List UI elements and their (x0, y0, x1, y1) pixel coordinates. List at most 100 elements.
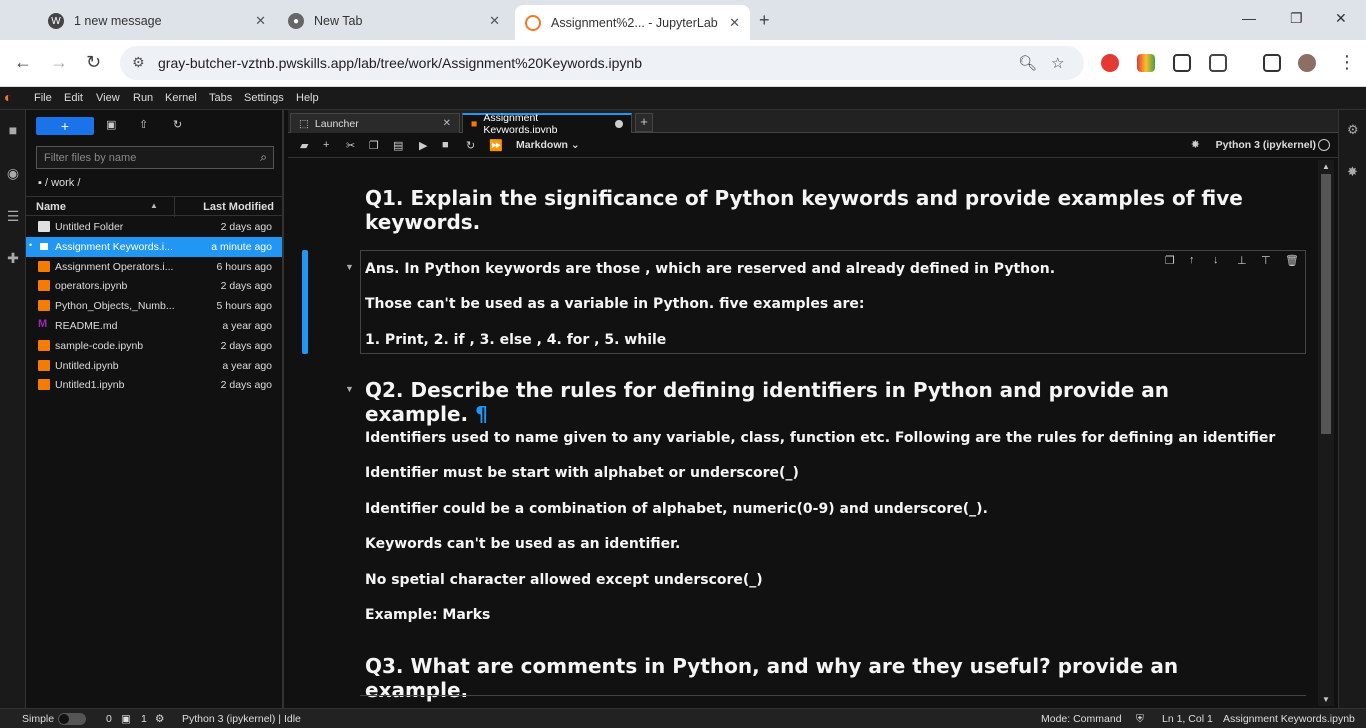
unsaved-changes-icon[interactable] (615, 120, 623, 128)
insert-cell-icon[interactable]: + (323, 139, 329, 151)
cursor-position[interactable]: Ln 1, Col 1 (1162, 713, 1213, 725)
column-last-modified[interactable]: Last Modified (203, 201, 274, 213)
file-row[interactable]: Python_Objects,_Numb... 5 hours ago (26, 296, 282, 316)
menu-view[interactable]: View (96, 92, 120, 104)
table-of-contents-icon[interactable]: ☰ (5, 208, 21, 224)
side-panel-icon[interactable] (1263, 54, 1281, 72)
menu-edit[interactable]: Edit (64, 92, 83, 104)
insert-above-icon[interactable]: ⊥ (1237, 254, 1247, 267)
menu-settings[interactable]: Settings (244, 92, 284, 104)
scrollbar-thumb[interactable] (1321, 174, 1331, 434)
file-row[interactable]: M README.md a year ago (26, 316, 282, 336)
next-cell[interactable] (360, 695, 1306, 706)
anchor-link[interactable]: ¶ (475, 402, 488, 426)
file-row[interactable]: operators.ipynb 2 days ago (26, 276, 282, 296)
forward-icon[interactable]: → (50, 52, 68, 73)
kernels-count[interactable]: 1 (141, 713, 147, 725)
site-info-icon[interactable]: ⚙ (132, 54, 145, 71)
column-divider (174, 197, 175, 217)
menu-run[interactable]: Run (133, 92, 153, 104)
browser-tab-messages[interactable]: W 1 new message ✕ (38, 6, 276, 36)
menu-kernel[interactable]: Kernel (165, 92, 197, 104)
zoom-icon[interactable]: 🔍︎ (1018, 54, 1037, 72)
restore-icon[interactable]: ❐ (1290, 10, 1303, 27)
folder-icon[interactable]: ■ (5, 122, 21, 138)
tab-assignment-keywords[interactable]: ■ Assignment Keywords.ipynb (462, 112, 632, 136)
refresh-icon[interactable]: ↻ (173, 118, 182, 131)
new-tab-button[interactable]: + (635, 113, 653, 132)
kernel-icon: ⚙ (155, 713, 165, 725)
close-icon[interactable]: ✕ (255, 13, 266, 29)
close-icon[interactable]: ✕ (443, 118, 451, 129)
stop-icon[interactable]: ■ (442, 139, 449, 151)
simple-mode-toggle[interactable] (58, 713, 86, 725)
insert-below-icon[interactable]: ⊤ (1261, 254, 1271, 267)
collapse-caret-icon[interactable]: ▼ (345, 384, 354, 394)
folder-icon: ▪ (38, 177, 42, 189)
sort-ascending-icon[interactable]: ▲ (150, 201, 158, 210)
column-name[interactable]: Name (36, 201, 66, 213)
extensions-puzzle-icon[interactable]: ✚ (5, 250, 21, 266)
paste-icon[interactable]: ▤ (393, 139, 403, 152)
menu-tabs[interactable]: Tabs (209, 92, 232, 104)
file-row[interactable]: Untitled.ipynb a year ago (26, 356, 282, 376)
extension-red-icon[interactable] (1101, 54, 1119, 72)
bookmark-star-icon[interactable]: ☆ (1051, 54, 1064, 72)
extension-square-icon[interactable] (1173, 54, 1191, 72)
run-all-icon[interactable]: ⏩ (489, 139, 503, 152)
extensions-puzzle-icon[interactable] (1209, 54, 1227, 72)
notebook-scrollbar[interactable]: ▲ ▼ (1318, 160, 1334, 706)
close-icon[interactable]: ✕ (729, 15, 740, 31)
tab-launcher[interactable]: ⬚ Launcher ✕ (290, 113, 460, 133)
close-icon[interactable]: ✕ (489, 13, 500, 29)
cell-type-select[interactable]: Markdown ⌄ (516, 139, 580, 151)
active-cell-collapser[interactable] (302, 250, 308, 354)
a2-line: Identifier could be a combination of alp… (365, 501, 988, 517)
window-close-icon[interactable]: ✕ (1335, 10, 1347, 27)
move-down-icon[interactable]: ↓ (1213, 254, 1219, 266)
file-row[interactable]: Untitled Folder 2 days ago (26, 217, 282, 237)
notebook-panel[interactable]: Q1. Explain the significance of Python k… (288, 158, 1338, 706)
new-folder-icon[interactable]: ▣ (106, 118, 116, 131)
new-tab-button[interactable]: + (759, 10, 770, 31)
back-icon[interactable]: ← (14, 52, 32, 73)
save-icon[interactable]: ▰ (300, 139, 308, 152)
kernel-name[interactable]: Python 3 (ipykernel) (1216, 139, 1316, 151)
duplicate-cell-icon[interactable]: ❐ (1165, 254, 1175, 267)
scroll-up-icon[interactable]: ▲ (1322, 162, 1330, 171)
file-row[interactable]: Assignment Operators.i... 6 hours ago (26, 257, 282, 277)
terminals-count[interactable]: 0 (106, 713, 112, 725)
file-browser: + ▣ ⇧ ↻ ⌕ ▪ / work / Name ▲ Last Modifie… (26, 110, 284, 708)
file-row[interactable]: • Assignment Keywords.i... a minute ago (26, 237, 282, 257)
reload-icon[interactable]: ↻ (86, 52, 101, 73)
scroll-down-icon[interactable]: ▼ (1322, 695, 1330, 704)
cut-icon[interactable]: ✂ (346, 139, 355, 152)
new-launcher-button[interactable]: + (36, 117, 94, 135)
run-icon[interactable]: ▶ (419, 139, 427, 152)
file-row[interactable]: sample-code.ipynb 2 days ago (26, 336, 282, 356)
delete-cell-icon[interactable]: 🗑︎ (1285, 254, 1299, 267)
property-inspector-icon[interactable]: ⚙ (1347, 122, 1359, 138)
menu-file[interactable]: File (34, 92, 52, 104)
kernel-status[interactable]: Python 3 (ipykernel) | Idle (182, 713, 301, 725)
debugger-icon[interactable]: ✸ (1347, 164, 1358, 180)
collapse-caret-icon[interactable]: ▼ (345, 262, 354, 272)
minimize-icon[interactable]: — (1242, 10, 1256, 26)
restart-icon[interactable]: ↻ (466, 139, 475, 152)
browser-menu-icon[interactable]: ⋮ (1338, 52, 1356, 73)
url-field[interactable]: ⚙ gray-butcher-vztnb.pwskills.app/lab/tr… (120, 46, 1084, 80)
move-up-icon[interactable]: ↑ (1189, 254, 1195, 266)
file-row[interactable]: Untitled1.ipynb 2 days ago (26, 375, 282, 395)
browser-tab-newtab[interactable]: ● New Tab ✕ (278, 6, 510, 36)
running-sessions-icon[interactable]: ◉ (5, 165, 21, 181)
upload-icon[interactable]: ⇧ (139, 118, 148, 131)
menu-help[interactable]: Help (296, 92, 319, 104)
left-activity-bar: ■ ◉ ☰ ✚ (0, 110, 26, 708)
browser-tab-jupyter[interactable]: Assignment%2... - JupyterLab ✕ (515, 5, 750, 40)
profile-avatar[interactable] (1298, 54, 1316, 72)
copy-icon[interactable]: ❐ (369, 139, 379, 152)
filter-files-input[interactable] (37, 147, 237, 168)
extension-colorful-icon[interactable] (1137, 54, 1155, 72)
breadcrumb[interactable]: ▪ / work / (38, 177, 80, 189)
debugger-icon[interactable]: ✸ (1191, 138, 1200, 151)
